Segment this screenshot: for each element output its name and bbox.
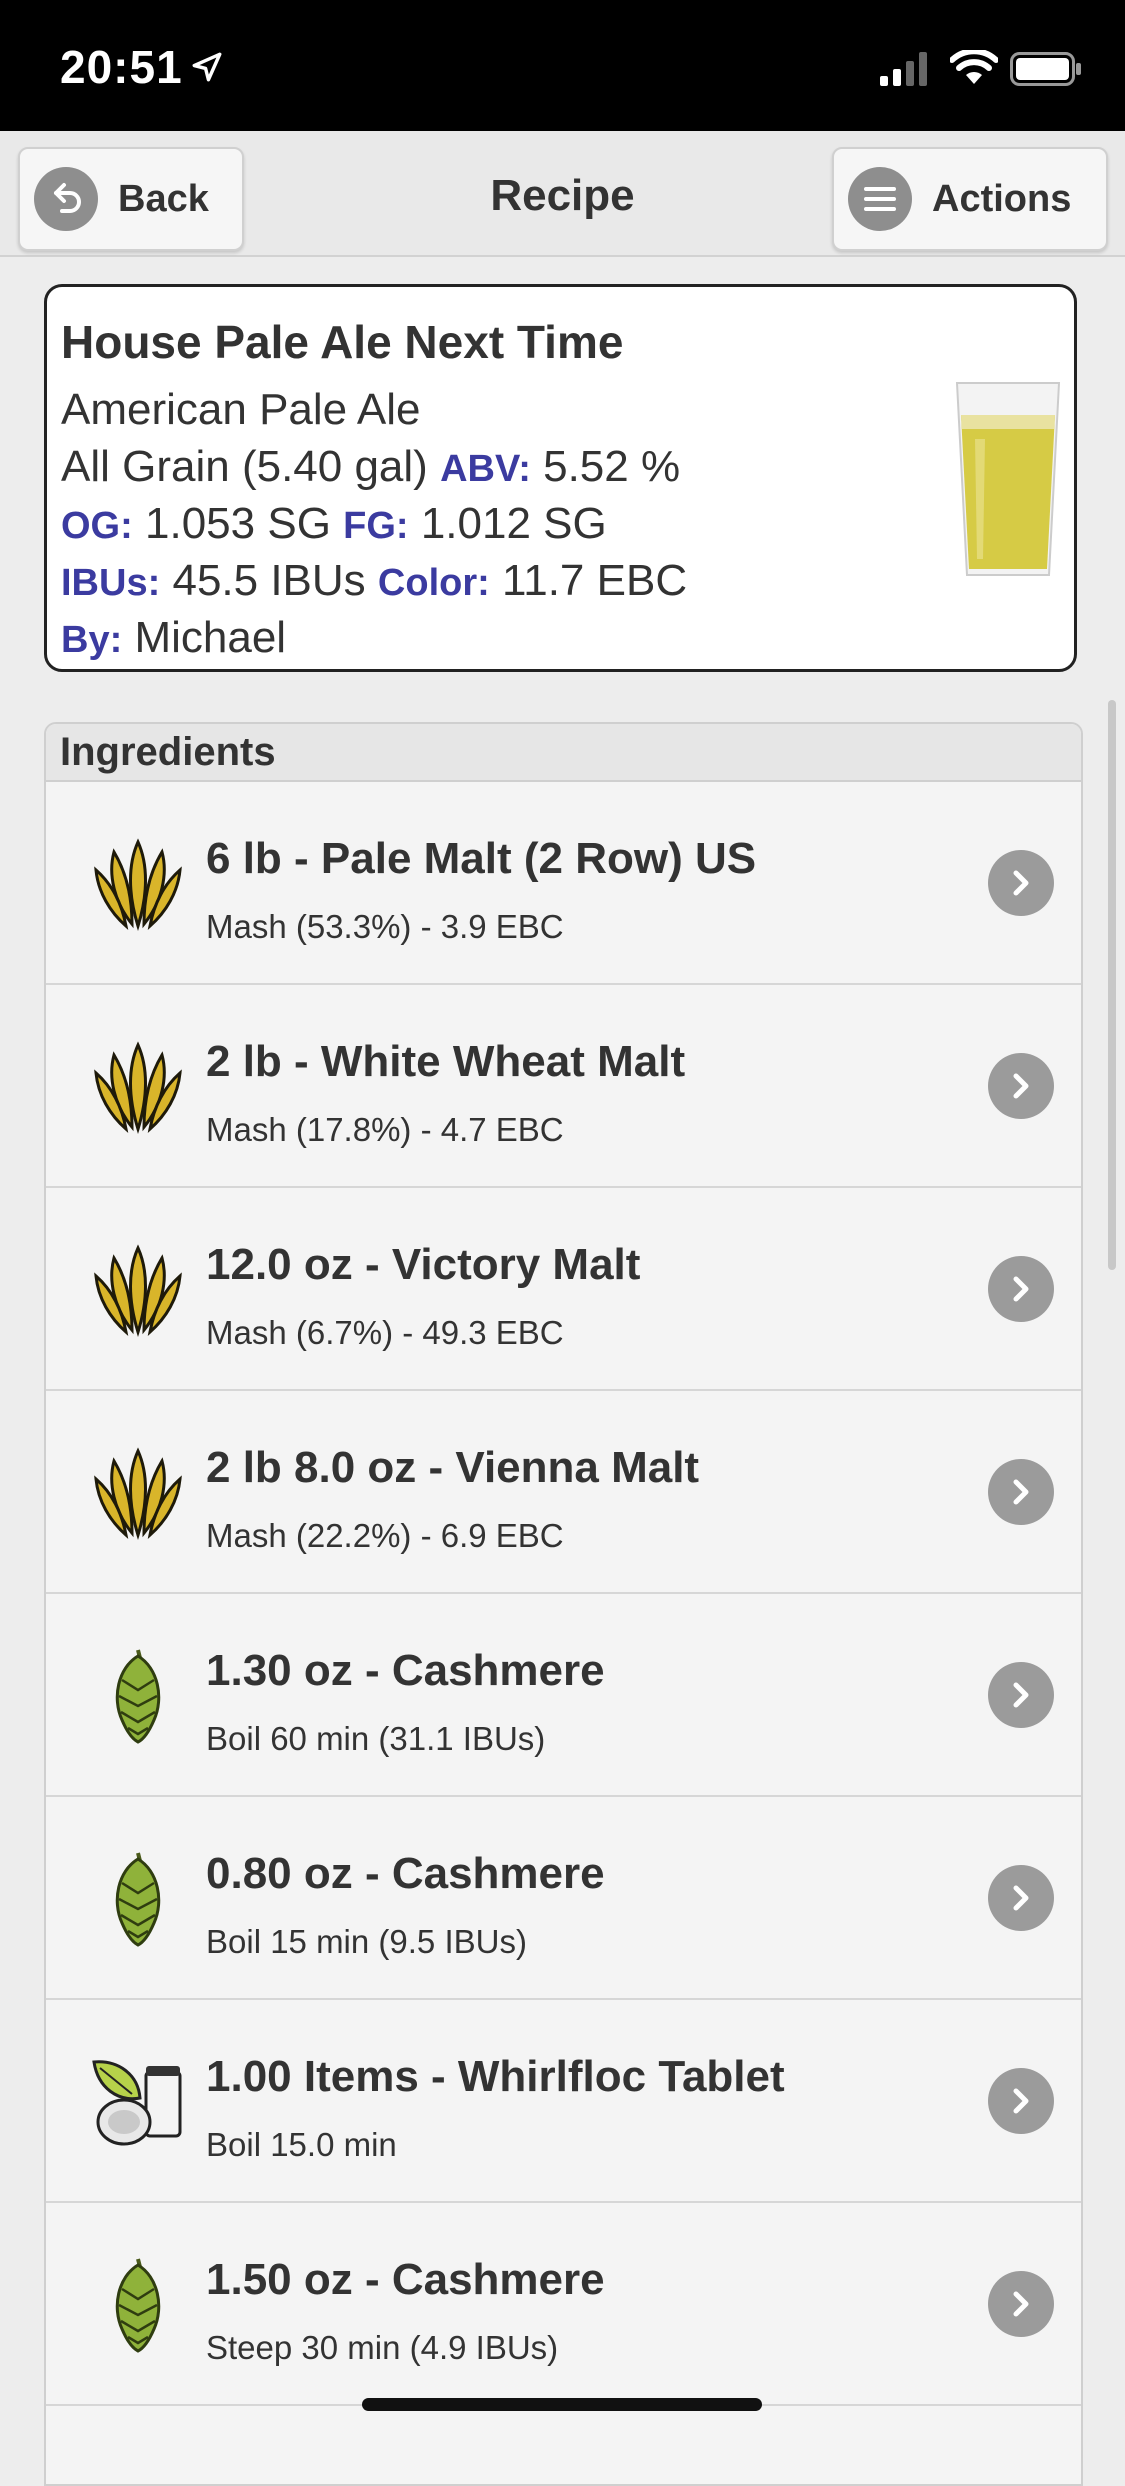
recipe-name: House Pale Ale Next Time	[61, 316, 624, 368]
grain-icon	[94, 1041, 182, 1135]
chevron-right-icon[interactable]	[988, 850, 1054, 916]
grain-icon	[94, 1244, 182, 1338]
ingredient-detail: Boil 15.0 min	[206, 2126, 397, 2163]
hop-icon	[115, 1852, 161, 1947]
ibu-value: 45.5 IBUs	[172, 556, 366, 605]
recipe-style: American Pale Ale	[61, 385, 421, 434]
ingredient-title: 12.0 oz - Victory Malt	[206, 1240, 641, 1289]
ingredients-header: Ingredients	[46, 724, 1081, 782]
color-value: 11.7 EBC	[502, 556, 688, 605]
ingredient-detail: Mash (17.8%) - 4.7 EBC	[206, 1111, 564, 1148]
hop-icon	[115, 2258, 161, 2353]
ingredient-row[interactable]: 12.0 oz - Victory Malt Mash (6.7%) - 49.…	[46, 1188, 1081, 1391]
recipe-ibu-color-line: IBUs: 45.5 IBUs Color: 11.7 EBC	[61, 556, 687, 606]
recipe-type-batch: All Grain (5.40 gal)	[61, 442, 428, 491]
ingredient-detail: Boil 15 min (9.5 IBUs)	[206, 1923, 527, 1960]
ingredient-detail: Mash (53.3%) - 3.9 EBC	[206, 908, 564, 945]
ingredient-row[interactable]: 1.00 Items - Whirlfloc Tablet Boil 15.0 …	[46, 2000, 1081, 2203]
author-label: By:	[61, 619, 123, 661]
ingredient-title: 2 lb 8.0 oz - Vienna Malt	[206, 1443, 700, 1492]
chevron-right-icon[interactable]	[988, 2068, 1054, 2134]
ingredient-row[interactable]: 0.80 oz - Cashmere Boil 15 min (9.5 IBUs…	[46, 1797, 1081, 2000]
location-arrow-icon	[192, 52, 222, 82]
ingredient-title: 1.50 oz - Cashmere	[206, 2255, 605, 2304]
og-label: OG:	[61, 505, 133, 547]
ingredient-row[interactable]: 2 lb - White Wheat Malt Mash (17.8%) - 4…	[46, 985, 1081, 1188]
author-value: Michael	[134, 613, 287, 662]
ingredient-title: 6 lb - Pale Malt (2 Row) US	[206, 834, 757, 883]
ingredient-detail: Mash (6.7%) - 49.3 EBC	[206, 1314, 564, 1351]
status-bar: 20:51	[0, 0, 1125, 131]
ingredient-row[interactable]: 1.50 oz - Cashmere Steep 30 min (4.9 IBU…	[46, 2203, 1081, 2406]
navigation-bar: Back Recipe Actions	[0, 131, 1125, 257]
actions-button-label: Actions	[932, 177, 1072, 220]
color-label: Color:	[377, 562, 490, 604]
status-time: 20:51	[60, 41, 183, 93]
abv-label: ABV:	[440, 448, 531, 490]
ingredient-detail: Mash (22.2%) - 6.9 EBC	[206, 1517, 564, 1554]
ingredient-title: 1.00 Items - Whirlfloc Tablet	[206, 2052, 785, 2101]
chevron-right-icon[interactable]	[988, 1865, 1054, 1931]
recipe-type-abv-line: All Grain (5.40 gal) ABV: 5.52 %	[61, 442, 680, 492]
chevron-right-icon[interactable]	[988, 2271, 1054, 2337]
ingredient-title: 1.30 oz - Cashmere	[206, 1646, 605, 1695]
ingredient-row[interactable]: 2 lb 8.0 oz - Vienna Malt Mash (22.2%) -…	[46, 1391, 1081, 1594]
hop-icon	[115, 1649, 161, 1744]
scrollbar[interactable]	[1108, 700, 1116, 1270]
chevron-right-icon[interactable]	[988, 1662, 1054, 1728]
ingredient-row[interactable]: 6 lb - Pale Malt (2 Row) US Mash (53.3%)…	[46, 782, 1081, 985]
recipe-summary-card[interactable]: House Pale Ale Next Time American Pale A…	[44, 284, 1077, 672]
menu-icon	[848, 167, 912, 231]
battery-icon	[1010, 52, 1081, 86]
grain-icon	[94, 838, 182, 932]
actions-button[interactable]: Actions	[832, 147, 1108, 251]
ingredient-row[interactable]: 1.30 oz - Cashmere Boil 60 min (31.1 IBU…	[46, 1594, 1081, 1797]
ingredient-detail: Steep 30 min (4.9 IBUs)	[206, 2329, 559, 2366]
recipe-gravity-line: OG: 1.053 SG FG: 1.012 SG	[61, 499, 607, 549]
home-indicator[interactable]	[362, 2398, 762, 2411]
misc-icon	[92, 2060, 182, 2146]
ingredients-panel: Ingredients 6 lb - Pale Malt (2 Row) US …	[44, 722, 1083, 2486]
ingredient-detail: Boil 60 min (31.1 IBUs)	[206, 1720, 546, 1757]
cellular-signal-icon	[880, 52, 927, 86]
recipe-author-line: By: Michael	[61, 613, 286, 663]
chevron-right-icon[interactable]	[988, 1256, 1054, 1322]
ingredient-title: 0.80 oz - Cashmere	[206, 1849, 605, 1898]
chevron-right-icon[interactable]	[988, 1053, 1054, 1119]
ingredient-title: 2 lb - White Wheat Malt	[206, 1037, 686, 1086]
fg-value: 1.012 SG	[420, 499, 607, 548]
beer-glass-icon	[955, 382, 1061, 576]
fg-label: FG:	[343, 505, 409, 547]
abv-value: 5.52 %	[543, 442, 681, 491]
wifi-icon	[950, 50, 998, 84]
og-value: 1.053 SG	[145, 499, 331, 548]
chevron-right-icon[interactable]	[988, 1459, 1054, 1525]
ibu-label: IBUs:	[61, 562, 161, 604]
grain-icon	[94, 1447, 182, 1541]
